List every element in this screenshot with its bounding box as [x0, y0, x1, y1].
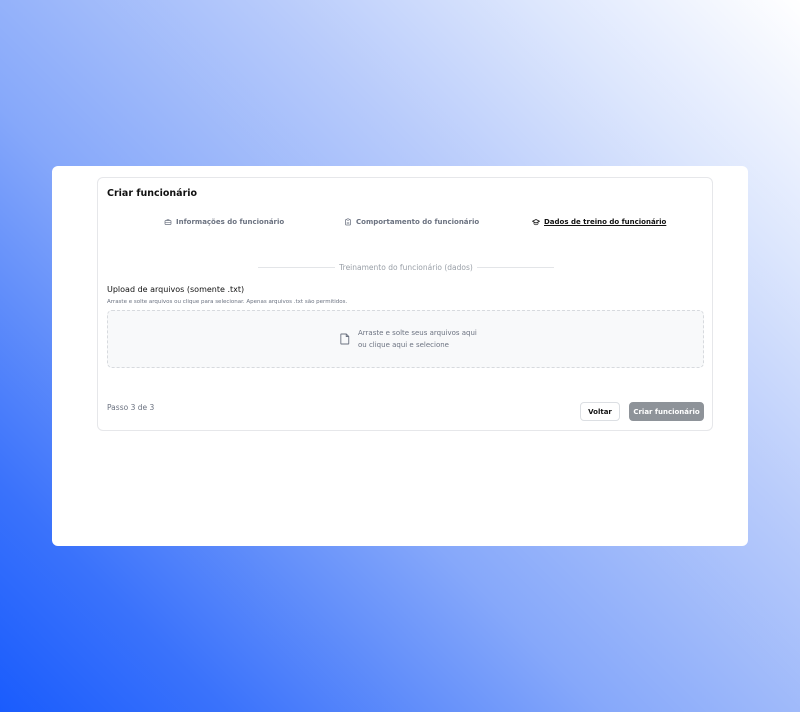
- file-dropzone[interactable]: Arraste e solte seus arquivos aqui ou cl…: [107, 310, 704, 368]
- dropzone-text: Arraste e solte seus arquivos aqui ou cl…: [358, 327, 477, 351]
- section-divider: Treinamento do funcionário (dados): [258, 261, 555, 273]
- dropzone-line1: Arraste e solte seus arquivos aqui: [358, 329, 477, 337]
- tab-label: Informações do funcionário: [176, 218, 285, 226]
- upload-help-text: Arraste e solte arquivos ou clique para …: [107, 299, 348, 305]
- back-button[interactable]: Voltar: [580, 402, 620, 421]
- file-icon: [340, 333, 350, 345]
- clipboard-icon: [345, 218, 351, 226]
- dropzone-content: Arraste e solte seus arquivos aqui ou cl…: [340, 327, 477, 351]
- tab-employee-info[interactable]: Informações do funcionário: [164, 218, 284, 226]
- divider-line: [476, 266, 555, 268]
- tab-label: Comportamento do funcionário: [356, 218, 480, 226]
- tab-training-data[interactable]: Dados de treino do funcionário: [532, 218, 666, 226]
- dropzone-line2: ou clique aqui e selecione: [358, 341, 449, 349]
- modal-window: Criar funcionário Informações do funcion…: [52, 166, 748, 546]
- section-label: Treinamento do funcionário (dados): [339, 262, 473, 272]
- tab-label: Dados de treino do funcionário: [544, 218, 667, 226]
- divider-line: [258, 266, 336, 268]
- graduation-cap-icon: [532, 219, 540, 226]
- create-employee-card: Criar funcionário Informações do funcion…: [97, 177, 713, 431]
- step-tabs: Informações do funcionário Comportamento…: [98, 218, 712, 232]
- briefcase-icon: [164, 219, 172, 225]
- create-employee-button[interactable]: Criar funcionário: [629, 402, 704, 421]
- tab-employee-behavior[interactable]: Comportamento do funcionário: [344, 218, 479, 226]
- page-title: Criar funcionário: [107, 188, 198, 199]
- upload-title: Upload de arquivos (somente .txt): [107, 285, 245, 294]
- step-indicator: Passo 3 de 3: [107, 403, 155, 412]
